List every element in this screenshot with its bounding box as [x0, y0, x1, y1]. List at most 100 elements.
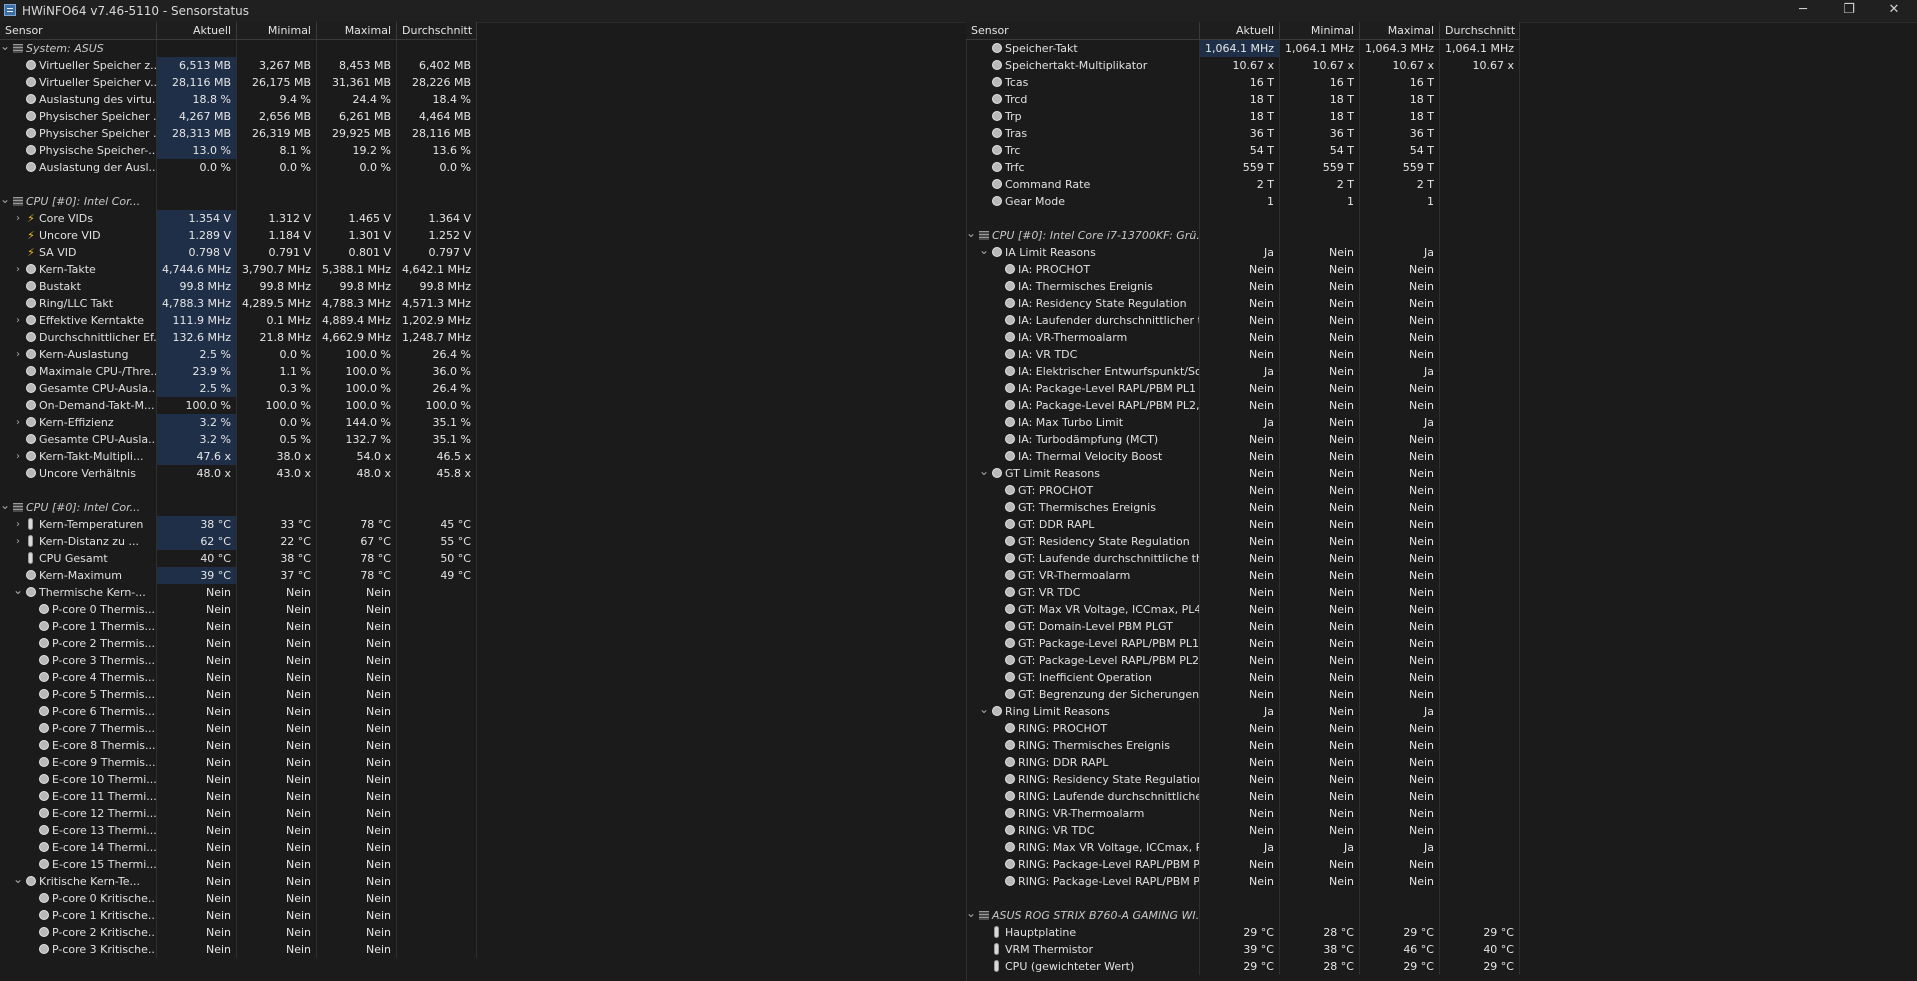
sensor-row[interactable]: Virtueller Speicher v... 28,116 MB 26,175 … — [0, 74, 477, 91]
sensor-group-row[interactable]: ⌄ CPU [#0]: Intel Cor... — [0, 499, 477, 516]
sensor-row[interactable]: › Kern-Effizienz 3.2 % 0.0 % 144.0 % 35.1 % — [0, 414, 477, 431]
sensor-row[interactable]: Trp 18 T 18 T 18 T — [966, 108, 1520, 125]
sensor-row[interactable]: E-core 9 Thermis... Nein Nein Nein — [0, 754, 477, 771]
sensor-row[interactable]: › Kern-Distanz zu ... 62 °C 22 °C 67 °C 55 °C — [0, 533, 477, 550]
sensor-row[interactable]: P-core 1 Thermis... Nein Nein Nein — [0, 618, 477, 635]
sensor-row[interactable]: P-core 7 Thermis... Nein Nein Nein — [0, 720, 477, 737]
sensor-row[interactable]: P-core 3 Kritische... Nein Nein Nein — [0, 941, 477, 958]
sensor-row[interactable]: › Kern-Auslastung 2.5 % 0.0 % 100.0 % 26.4 % — [0, 346, 477, 363]
sensor-row[interactable]: E-core 11 Thermi... Nein Nein Nein — [0, 788, 477, 805]
collapse-chevron-icon[interactable]: ⌄ — [13, 873, 23, 885]
sensor-row[interactable]: Auslastung der Ausl... 0.0 % 0.0 % 0.0 % 0.0… — [0, 159, 477, 176]
sensor-row[interactable]: E-core 12 Thermi... Nein Nein Nein — [0, 805, 477, 822]
sensor-row[interactable]: Gesamte CPU-Ausla... 2.5 % 0.3 % 100.0 % 26.… — [0, 380, 477, 397]
sensor-row[interactable]: GT: VR-Thermoalarm Nein Nein Nein — [966, 567, 1520, 584]
sensor-row[interactable]: GT: PROCHOT Nein Nein Nein — [966, 482, 1520, 499]
sensor-row[interactable]: Virtueller Speicher z... 6,513 MB 3,267 MB… — [0, 57, 477, 74]
collapse-chevron-icon[interactable]: ⌄ — [966, 907, 976, 919]
sensor-row[interactable]: Gear Mode 1 1 1 — [966, 193, 1520, 210]
sensor-row[interactable]: E-core 10 Thermi... Nein Nein Nein — [0, 771, 477, 788]
sensor-row[interactable]: ⌄ Kritische Kern-Te... Nein Nein Nein — [0, 873, 477, 890]
sensor-row[interactable]: On-Demand-Takt-M... 100.0 % 100.0 % 100.0 %… — [0, 397, 477, 414]
collapse-chevron-icon[interactable]: ⌄ — [979, 703, 989, 715]
sensor-row[interactable]: IA: Thermal Velocity Boost Nein Nein Nein — [966, 448, 1520, 465]
sensor-row[interactable]: E-core 8 Thermis... Nein Nein Nein — [0, 737, 477, 754]
sensor-row[interactable]: GT: Package-Level RAPL/PBM PL2,... Nein Ne… — [966, 652, 1520, 669]
sensor-row[interactable]: IA: PROCHOT Nein Nein Nein — [966, 261, 1520, 278]
sensor-row[interactable]: Physische Speicher-... 13.0 % 8.1 % 19.2 % 1… — [0, 142, 477, 159]
sensor-row[interactable]: Kern-Maximum 39 °C 37 °C 78 °C 49 °C — [0, 567, 477, 584]
sensor-row[interactable]: Gesamte CPU-Ausla... 3.2 % 0.5 % 132.7 % 35.… — [0, 431, 477, 448]
sensor-row[interactable]: › Kern-Temperaturen 38 °C 33 °C 78 °C 45 °C — [0, 516, 477, 533]
sensor-row[interactable]: IA: Thermisches Ereignis Nein Nein Nein — [966, 278, 1520, 295]
sensor-row[interactable]: RING: DDR RAPL Nein Nein Nein — [966, 754, 1520, 771]
sensor-row[interactable]: RING: VR TDC Nein Nein Nein — [966, 822, 1520, 839]
sensor-row[interactable]: P-core 4 Thermis... Nein Nein Nein — [0, 669, 477, 686]
collapse-chevron-icon[interactable]: ⌄ — [979, 244, 989, 256]
maximize-button[interactable]: ❐ — [1826, 0, 1872, 22]
sensor-row[interactable]: › ⚡ Core VIDs 1.354 V 1.312 V 1.465 V 1.364 V — [0, 210, 477, 227]
sensor-pane-left[interactable]: Sensor Aktuell Minimal Maximal Durchschn… — [0, 22, 967, 981]
column-header-avg[interactable]: Durchschnitt — [397, 22, 477, 39]
sensor-row[interactable]: RING: Residency State Regulation Nein Nein… — [966, 771, 1520, 788]
sensor-row[interactable]: Trfc 559 T 559 T 559 T — [966, 159, 1520, 176]
sensor-row[interactable]: Uncore Verhältnis 48.0 x 43.0 x 48.0 x 45.8 … — [0, 465, 477, 482]
sensor-row[interactable]: Physischer Speicher ... 28,313 MB 26,319 M… — [0, 125, 477, 142]
sensor-row[interactable]: IA: Residency State Regulation Nein Nein Ne… — [966, 295, 1520, 312]
sensor-row[interactable]: Bustakt 99.8 MHz 99.8 MHz 99.8 MHz 99.8 MHz — [0, 278, 477, 295]
sensor-row[interactable]: E-core 14 Thermi... Nein Nein Nein — [0, 839, 477, 856]
sensor-row[interactable]: P-core 3 Thermis... Nein Nein Nein — [0, 652, 477, 669]
sensor-row[interactable]: RING: Thermisches Ereignis Nein Nein Nein — [966, 737, 1520, 754]
sensor-row[interactable]: P-core 0 Kritische... Nein Nein Nein — [0, 890, 477, 907]
sensor-row[interactable]: ⌄ Ring Limit Reasons Ja Nein Ja — [966, 703, 1520, 720]
column-header-avg[interactable]: Durchschnitt — [1440, 22, 1520, 39]
sensor-row[interactable]: GT: Begrenzung der Sicherungen Nein Nein Ne… — [966, 686, 1520, 703]
sensor-row[interactable]: ⚡ SA VID 0.798 V 0.791 V 0.801 V 0.797 V — [0, 244, 477, 261]
sensor-row[interactable]: CPU (gewichteter Wert) 29 °C 28 °C 29 °C 29 … — [966, 958, 1520, 975]
sensor-row[interactable]: RING: VR-Thermoalarm Nein Nein Nein — [966, 805, 1520, 822]
sensor-row[interactable]: IA: Package-Level RAPL/PBM PL1 Nein Nein Ne… — [966, 380, 1520, 397]
sensor-row[interactable]: P-core 6 Thermis... Nein Nein Nein — [0, 703, 477, 720]
expand-chevron-icon[interactable]: › — [13, 533, 23, 550]
sensor-row[interactable]: P-core 5 Thermis... Nein Nein Nein — [0, 686, 477, 703]
sensor-row[interactable]: RING: Package-Level RAPL/PBM PL1 Nein Nein… — [966, 856, 1520, 873]
column-header-max[interactable]: Maximal — [317, 22, 397, 39]
expand-chevron-icon[interactable]: › — [13, 516, 23, 533]
column-header-min[interactable]: Minimal — [237, 22, 317, 39]
sensor-row[interactable]: Trc 54 T 54 T 54 T — [966, 142, 1520, 159]
sensor-row[interactable]: ⚡ Uncore VID 1.289 V 1.184 V 1.301 V 1.252 V — [0, 227, 477, 244]
sensor-row[interactable]: Tcas 16 T 16 T 16 T — [966, 74, 1520, 91]
collapse-chevron-icon[interactable]: ⌄ — [13, 584, 23, 596]
sensor-row[interactable]: › Kern-Takte 4,744.6 MHz 3,790.7 MHz 5,388.1… — [0, 261, 477, 278]
collapse-chevron-icon[interactable]: ⌄ — [966, 227, 976, 239]
column-header-current[interactable]: Aktuell — [1200, 22, 1280, 39]
expand-chevron-icon[interactable]: › — [13, 210, 23, 227]
sensor-row[interactable]: P-core 2 Kritische... Nein Nein Nein — [0, 924, 477, 941]
sensor-row[interactable]: RING: Laufende durchschnittliche t...Nei… — [966, 788, 1520, 805]
sensor-row[interactable]: Durchschnittlicher Ef... 132.6 MHz 21.8 MH… — [0, 329, 477, 346]
column-header-sensor[interactable]: Sensor — [966, 22, 1200, 39]
sensor-row[interactable]: IA: VR-Thermoalarm Nein Nein Nein — [966, 329, 1520, 346]
sensor-group-row[interactable]: ⌄ CPU [#0]: Intel Cor... — [0, 193, 477, 210]
sensor-row[interactable]: IA: Laufender durchschnittlicher th... Ne… — [966, 312, 1520, 329]
sensor-row[interactable]: GT: Inefficient Operation Nein Nein Nein — [966, 669, 1520, 686]
sensor-row[interactable]: IA: Package-Level RAPL/PBM PL2,... Nein Ne… — [966, 397, 1520, 414]
expand-chevron-icon[interactable]: › — [13, 346, 23, 363]
sensor-row[interactable]: GT: Package-Level RAPL/PBM PL1 Nein Nein Ne… — [966, 635, 1520, 652]
sensor-row[interactable]: CPU Gesamt 40 °C 38 °C 78 °C 50 °C — [0, 550, 477, 567]
sensor-row[interactable]: ⌄ Thermische Kern-... Nein Nein Nein — [0, 584, 477, 601]
sensor-row[interactable]: Tras 36 T 36 T 36 T — [966, 125, 1520, 142]
sensor-row[interactable]: GT: DDR RAPL Nein Nein Nein — [966, 516, 1520, 533]
sensor-row[interactable]: VRM Thermistor 39 °C 38 °C 46 °C 40 °C — [966, 941, 1520, 958]
collapse-chevron-icon[interactable]: ⌄ — [0, 193, 10, 205]
sensor-group-row[interactable]: ⌄ CPU [#0]: Intel Core i7-13700KF: Grü... — [966, 227, 1520, 244]
collapse-chevron-icon[interactable]: ⌄ — [0, 499, 10, 511]
sensor-row[interactable]: GT: Domain-Level PBM PLGT Nein Nein Nein — [966, 618, 1520, 635]
expand-chevron-icon[interactable]: › — [13, 448, 23, 465]
sensor-group-row[interactable]: ⌄ ASUS ROG STRIX B760-A GAMING WI... — [966, 907, 1520, 924]
sensor-row[interactable]: GT: Laufende durchschnittliche the... Nei… — [966, 550, 1520, 567]
sensor-row[interactable]: RING: Package-Level RAPL/PBM PL... Nein Ne… — [966, 873, 1520, 890]
sensor-row[interactable]: Command Rate 2 T2 T2 T — [966, 176, 1520, 193]
sensor-row[interactable]: RING: PROCHOT Nein Nein Nein — [966, 720, 1520, 737]
sensor-row[interactable]: › Effektive Kerntakte 111.9 MHz 0.1 MHz 4,88… — [0, 312, 477, 329]
